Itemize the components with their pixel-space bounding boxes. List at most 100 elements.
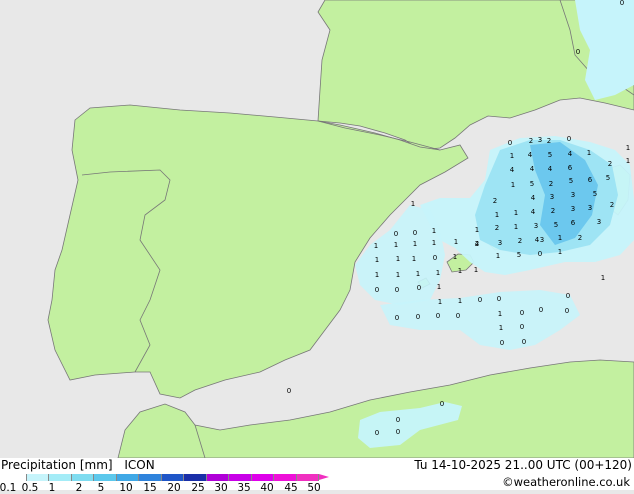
- precip-value-label: 1: [458, 267, 462, 275]
- precip-value-label: 4: [475, 240, 480, 248]
- precip-value-label: 4: [568, 150, 573, 158]
- scale-tick-label: 20: [167, 482, 181, 494]
- scale-tick-label: 2: [75, 482, 83, 494]
- precipitation-map: 0030 2 2 01 4 5 4 114 4 4 6 2 11 5 2 5 6 52 4 3 3 51 1 4 2 3 3 21 2 1…: [0, 0, 634, 458]
- color-swatch: [71, 474, 94, 481]
- precip-value-label: 0: [394, 230, 398, 238]
- precip-value-label: 0: [413, 229, 417, 237]
- precip-value-label: 1: [396, 255, 400, 263]
- precip-value-label: 0: [417, 284, 421, 292]
- scale-tick-label: 40: [260, 482, 274, 494]
- precip-value-label: 0: [508, 139, 512, 147]
- precip-value-label: 6: [568, 164, 573, 172]
- scale-arrow-icon: [319, 474, 329, 480]
- precip-value-label: 1: [511, 181, 515, 189]
- site-credit: ©weatheronline.co.uk: [502, 475, 630, 489]
- precip-value-label: 0: [395, 286, 399, 294]
- precip-value-label: 0: [522, 338, 526, 346]
- precip-value-label: 0: [520, 309, 524, 317]
- color-swatch: [251, 474, 274, 481]
- precip-value-label: 0: [500, 339, 504, 347]
- scale-tick-label: 10: [119, 482, 133, 494]
- precip-value-label: 1: [438, 298, 442, 306]
- precip-value-label: 1: [413, 240, 417, 248]
- precip-value-label: 4: [510, 166, 515, 174]
- scale-tick-label: 25: [191, 482, 205, 494]
- color-swatch: [229, 474, 252, 481]
- precip-value-label: 2: [495, 224, 499, 232]
- precip-value-label: 0: [478, 296, 482, 304]
- precip-value-label: 1: [558, 234, 562, 242]
- precip-value-label: 0: [620, 0, 624, 7]
- precip-value-label: 1: [412, 255, 416, 263]
- precip-value-label: 2: [547, 137, 551, 145]
- color-swatch: [184, 474, 207, 481]
- precip-value-label: 0: [566, 292, 570, 300]
- precip-value-label: 1: [453, 253, 457, 261]
- precip-value-label: 1: [394, 241, 398, 249]
- precip-value-label: 0: [396, 416, 400, 424]
- color-swatch: [94, 474, 117, 481]
- precip-value-label: 0: [395, 314, 399, 322]
- precip-value-label: 3: [597, 218, 601, 226]
- precip-value-label: 1: [499, 324, 503, 332]
- color-swatch: [116, 474, 139, 481]
- scale-tick-label: 1: [48, 482, 56, 494]
- precip-value-label: 6: [571, 219, 576, 227]
- precip-value-label: 5: [569, 177, 573, 185]
- color-swatch: [139, 474, 162, 481]
- precip-value-label: 4: [548, 165, 553, 173]
- forecast-datetime: Tu 14-10-2025 21..00 UTC (00+120): [414, 458, 632, 472]
- precip-value-label: 1: [454, 238, 458, 246]
- color-swatch: [26, 474, 49, 481]
- precip-value-label: 3: [538, 136, 542, 144]
- color-swatch: [206, 474, 229, 481]
- scale-tick-label: 0.1: [0, 482, 17, 494]
- precip-value-label: 5: [517, 251, 521, 259]
- precip-value-label: 3: [550, 193, 554, 201]
- precip-value-label: 3: [571, 191, 575, 199]
- legend-title: Precipitation [mm] ICON: [1, 458, 155, 472]
- precip-value-label: 4: [528, 151, 533, 159]
- precip-value-label: 0: [520, 323, 524, 331]
- precip-value-label: 0: [375, 286, 379, 294]
- precip-value-label: 1: [375, 271, 379, 279]
- precip-value-label: 3: [534, 222, 538, 230]
- precip-value-label: 2: [608, 160, 612, 168]
- precip-value-label: 0: [416, 313, 420, 321]
- precip-value-label: 1: [558, 248, 562, 256]
- precip-value-label: 3: [498, 239, 502, 247]
- precip-value-label: 2: [549, 180, 553, 188]
- precip-value-label: 4: [531, 194, 536, 202]
- precip-value-label: 0: [497, 295, 501, 303]
- legend-bar: Precipitation [mm] ICON Tu 14-10-2025 21…: [0, 458, 634, 494]
- scale-tick-label: 35: [237, 482, 251, 494]
- precip-value-label: 3: [540, 236, 544, 244]
- precip-value-label: 2: [551, 207, 555, 215]
- color-swatch: [161, 474, 184, 481]
- precip-value-label: 0: [567, 135, 571, 143]
- precip-value-label: 2: [518, 237, 522, 245]
- precip-value-label: 2: [529, 137, 533, 145]
- color-swatch: [274, 474, 297, 481]
- precip-value-label: 1: [432, 227, 436, 235]
- precip-value-label: 1: [498, 310, 502, 318]
- precip-value-label: 1: [514, 223, 518, 231]
- precip-value-label: 1: [626, 157, 630, 165]
- precip-value-label: 1: [436, 269, 440, 277]
- precip-value-label: 1: [474, 266, 478, 274]
- precip-value-label: 1: [626, 144, 630, 152]
- legend-title-text: Precipitation [mm]: [1, 458, 113, 472]
- precip-value-label: 1: [416, 270, 420, 278]
- precip-value-label: 1: [510, 152, 514, 160]
- precip-value-label: 0: [576, 48, 580, 56]
- precip-value-label: 1: [374, 242, 378, 250]
- precip-value-label: 0: [375, 429, 379, 437]
- precip-value-label: 3: [588, 204, 592, 212]
- precip-value-label: 0: [456, 312, 460, 320]
- model-name: ICON: [124, 458, 155, 472]
- precip-value-label: 0: [440, 400, 444, 408]
- precip-value-label: 1: [396, 271, 400, 279]
- precip-value-label: 1: [458, 297, 462, 305]
- precip-value-label: 1: [587, 149, 591, 157]
